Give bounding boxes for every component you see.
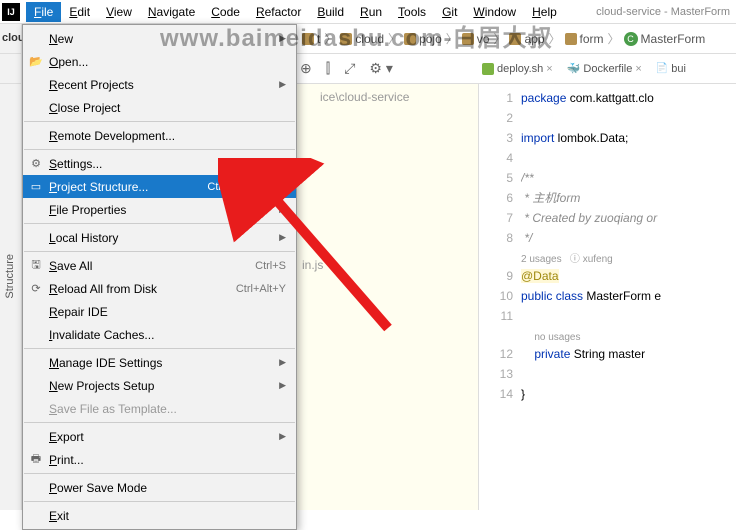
breadcrumb-app[interactable]: app — [509, 32, 544, 46]
menu-icon: ⟳ — [29, 282, 43, 295]
menu-navigate[interactable]: Navigate — [140, 2, 203, 22]
breadcrumb[interactable]: t〉cloud〉pojo〉vo〉app〉form〉CMasterForm — [302, 30, 705, 47]
menu-item-close-project[interactable]: Close Project — [23, 96, 296, 119]
menu-icon: 🖫 — [29, 256, 43, 275]
tool-window-strip: Structure — [0, 54, 22, 510]
editor-toolbar-icons: ⊕ ⫿ ⤢ ⚙ ▾ — [300, 60, 393, 77]
menu-icon: ▭ — [29, 180, 43, 193]
breadcrumb-vo[interactable]: vo — [462, 32, 490, 46]
structure-tool-label[interactable]: Structure — [4, 254, 16, 299]
titlebar: IJ FileEditViewNavigateCodeRefactorBuild… — [0, 0, 736, 24]
menu-icon: ⚙ — [29, 157, 43, 170]
menu-item-new[interactable]: New▶ — [23, 27, 296, 50]
app-icon: IJ — [2, 3, 20, 21]
close-icon[interactable]: × — [546, 63, 552, 75]
breadcrumb-cloud[interactable]: cloud — [340, 32, 384, 46]
breadcrumb-form[interactable]: form — [565, 32, 604, 46]
menu-item-local-history[interactable]: Local History▶ — [23, 226, 296, 249]
menu-item-invalidate-caches-[interactable]: Invalidate Caches... — [23, 323, 296, 346]
breadcrumb-pojo[interactable]: pojo — [404, 32, 442, 46]
menu-help[interactable]: Help — [524, 2, 565, 22]
expand-icon[interactable]: ⤢ — [344, 60, 355, 77]
path-fragment: ice\cloud-service — [320, 90, 409, 104]
code-area[interactable]: package com.kattgatt.clo import lombok.D… — [521, 84, 736, 510]
menu-item-export[interactable]: Export▶ — [23, 425, 296, 448]
menu-item-save-file-as-template-: Save File as Template... — [23, 397, 296, 420]
settings-icon[interactable]: ⚙ ▾ — [369, 60, 392, 77]
menu-edit[interactable]: Edit — [61, 2, 98, 22]
menu-code[interactable]: Code — [203, 2, 248, 22]
menu-item-recent-projects[interactable]: Recent Projects▶ — [23, 73, 296, 96]
code-editor[interactable]: 1234567891011121314 package com.kattgatt… — [478, 84, 736, 510]
menu-item-file-properties[interactable]: File Properties▶ — [23, 198, 296, 221]
tab-deploy.sh[interactable]: deploy.sh× — [478, 61, 557, 77]
file-fragment: in.js — [302, 258, 323, 272]
menu-item-settings-[interactable]: ⚙Settings...Ctrl+Alt+S — [23, 152, 296, 175]
menu-view[interactable]: View — [98, 2, 140, 22]
split-icon[interactable]: ⫿ — [326, 60, 330, 77]
tab-Dockerfile[interactable]: 🐳Dockerfile× — [563, 60, 646, 77]
menu-refactor[interactable]: Refactor — [248, 2, 309, 22]
run-target-icon[interactable]: ⊕ — [300, 60, 312, 77]
breadcrumb-MasterForm[interactable]: CMasterForm — [624, 32, 706, 46]
editor-tabs: deploy.sh× 🐳Dockerfile× 📄bui — [478, 60, 690, 77]
menu-git[interactable]: Git — [434, 2, 465, 22]
menu-item-manage-ide-settings[interactable]: Manage IDE Settings▶ — [23, 351, 296, 374]
menu-build[interactable]: Build — [309, 2, 352, 22]
menu-run[interactable]: Run — [352, 2, 390, 22]
menu-item-exit[interactable]: Exit — [23, 504, 296, 527]
menu-item-power-save-mode[interactable]: Power Save Mode — [23, 476, 296, 499]
window-title: cloud-service - MasterForm — [596, 6, 730, 18]
breadcrumb-t[interactable]: t — [302, 32, 320, 46]
file-menu-dropdown: New▶📂Open...Recent Projects▶Close Projec… — [22, 24, 297, 530]
menu-item-project-structure-[interactable]: ▭Project Structure...Ctrl+Alt+Shift+S — [23, 175, 296, 198]
menubar: FileEditViewNavigateCodeRefactorBuildRun… — [26, 2, 565, 22]
menu-file[interactable]: File — [26, 2, 61, 22]
menu-item-open-[interactable]: 📂Open... — [23, 50, 296, 73]
close-icon[interactable]: × — [635, 63, 641, 75]
menu-item-remote-development-[interactable]: Remote Development... — [23, 124, 296, 147]
menu-item-save-all[interactable]: 🖫Save AllCtrl+S — [23, 254, 296, 277]
menu-item-new-projects-setup[interactable]: New Projects Setup▶ — [23, 374, 296, 397]
menu-item-repair-ide[interactable]: Repair IDE — [23, 300, 296, 323]
menu-icon: 📂 — [29, 55, 43, 68]
menu-window[interactable]: Window — [465, 2, 524, 22]
tab-bui[interactable]: 📄bui — [652, 61, 690, 77]
menu-tools[interactable]: Tools — [390, 2, 434, 22]
menu-item-reload-all-from-disk[interactable]: ⟳Reload All from DiskCtrl+Alt+Y — [23, 277, 296, 300]
menu-item-print-[interactable]: 🖶Print... — [23, 448, 296, 471]
line-gutter: 1234567891011121314 — [479, 84, 521, 510]
menu-icon: 🖶 — [29, 450, 43, 469]
